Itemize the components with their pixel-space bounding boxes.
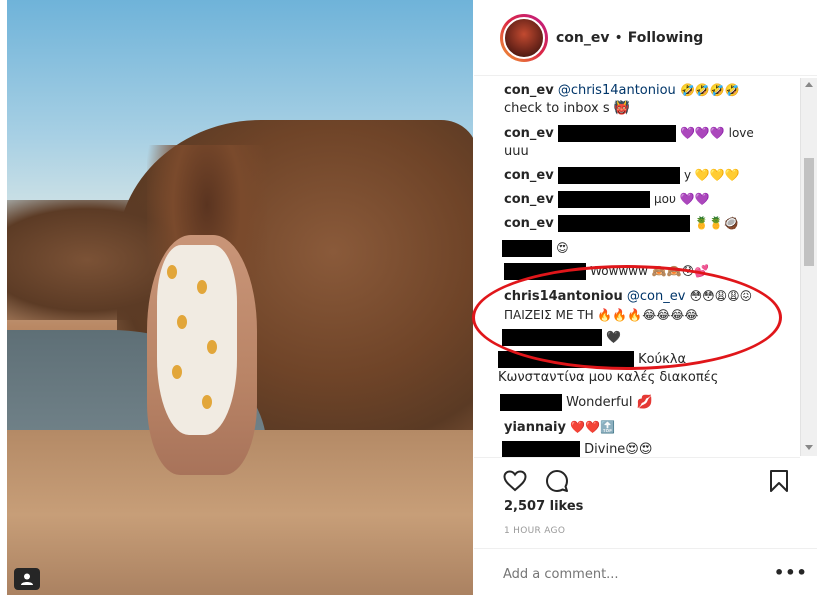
comment-username[interactable]: con_ev (504, 192, 554, 207)
tagged-user-icon[interactable] (14, 568, 40, 590)
scroll-down-arrow-icon[interactable] (805, 445, 813, 450)
comment-text: Divine😍😍 (584, 442, 653, 457)
comment-mention[interactable]: @chris14antoniou (558, 83, 676, 98)
comment-item: Divine😍😍 (502, 441, 782, 457)
comment-username[interactable]: con_ev (504, 126, 554, 141)
add-comment-input[interactable] (503, 563, 743, 585)
redaction-bar (502, 240, 552, 257)
comment-username[interactable]: con_ev (504, 216, 554, 231)
comment-item: con_ev 💜💜💜 love uuu (504, 124, 784, 161)
header-separator: • (614, 29, 623, 46)
redaction-bar (557, 191, 650, 208)
redaction-bar (502, 441, 580, 457)
redaction-bar (500, 394, 562, 411)
comment-text: μου 💜💜 (653, 192, 710, 206)
more-options-icon[interactable]: ••• (774, 563, 808, 582)
instagram-post: con_ev • Following con_ev @chris14antoni… (0, 0, 817, 601)
comment-item: yiannaiy ❤️❤️🔝 (504, 418, 784, 437)
redaction-bar (557, 167, 680, 184)
header-username[interactable]: con_ev (556, 30, 610, 46)
comment-icon[interactable] (544, 468, 570, 494)
photo-swimsuit (157, 245, 237, 435)
scroll-up-arrow-icon[interactable] (805, 82, 813, 87)
comment-item: Wonderful 💋 (500, 394, 780, 412)
redaction-bar (557, 215, 690, 232)
comment-username[interactable]: yiannaiy (504, 420, 566, 435)
comment-text-line2: Κωνσταντίνα μου καλές διακοπές (498, 370, 719, 385)
comment-username[interactable]: con_ev (504, 168, 554, 183)
comment-text: Wonderful 💋 (566, 395, 653, 410)
comment-item: con_ev @chris14antoniou 🤣🤣🤣🤣 check to in… (504, 81, 784, 118)
likes-count[interactable]: 2,507 likes (504, 499, 583, 514)
comments-scrollbar[interactable] (800, 78, 817, 456)
post-photo[interactable] (7, 0, 473, 595)
comment-item: con_ev μου 💜💜 (504, 190, 784, 209)
comment-text: ❤️❤️🔝 (570, 420, 615, 434)
comment-text-line2: uuu (504, 144, 529, 159)
add-comment-section: ••• (474, 548, 817, 598)
red-highlight-ellipse (472, 265, 782, 370)
action-bar (474, 457, 800, 503)
photo-person (127, 145, 297, 475)
post-timestamp[interactable]: 1 HOUR AGO (504, 526, 565, 536)
redaction-bar (557, 125, 676, 142)
heart-icon[interactable] (502, 468, 528, 494)
post-header: con_ev • Following (474, 0, 817, 76)
following-button[interactable]: Following (628, 30, 704, 46)
comment-text: 🤣🤣🤣🤣 (679, 83, 740, 97)
avatar[interactable] (500, 13, 548, 62)
comment-item: con_ev y 💛💛💛 (504, 166, 784, 185)
scrollbar-thumb[interactable] (804, 158, 814, 266)
comment-text: 🍍🍍🥥 (693, 216, 739, 230)
comment-username[interactable]: con_ev (504, 83, 554, 98)
comment-item: 😍 (502, 239, 782, 258)
comment-item: con_ev 🍍🍍🥥 (504, 214, 784, 233)
comment-text: 😍 (556, 241, 569, 255)
comment-text: 💜💜💜 love (679, 126, 754, 140)
comment-text: y 💛💛💛 (683, 168, 740, 182)
bookmark-icon[interactable] (766, 468, 792, 494)
comment-text-line2: check to inbox s 👹 (504, 101, 630, 116)
avatar-image (503, 16, 545, 59)
